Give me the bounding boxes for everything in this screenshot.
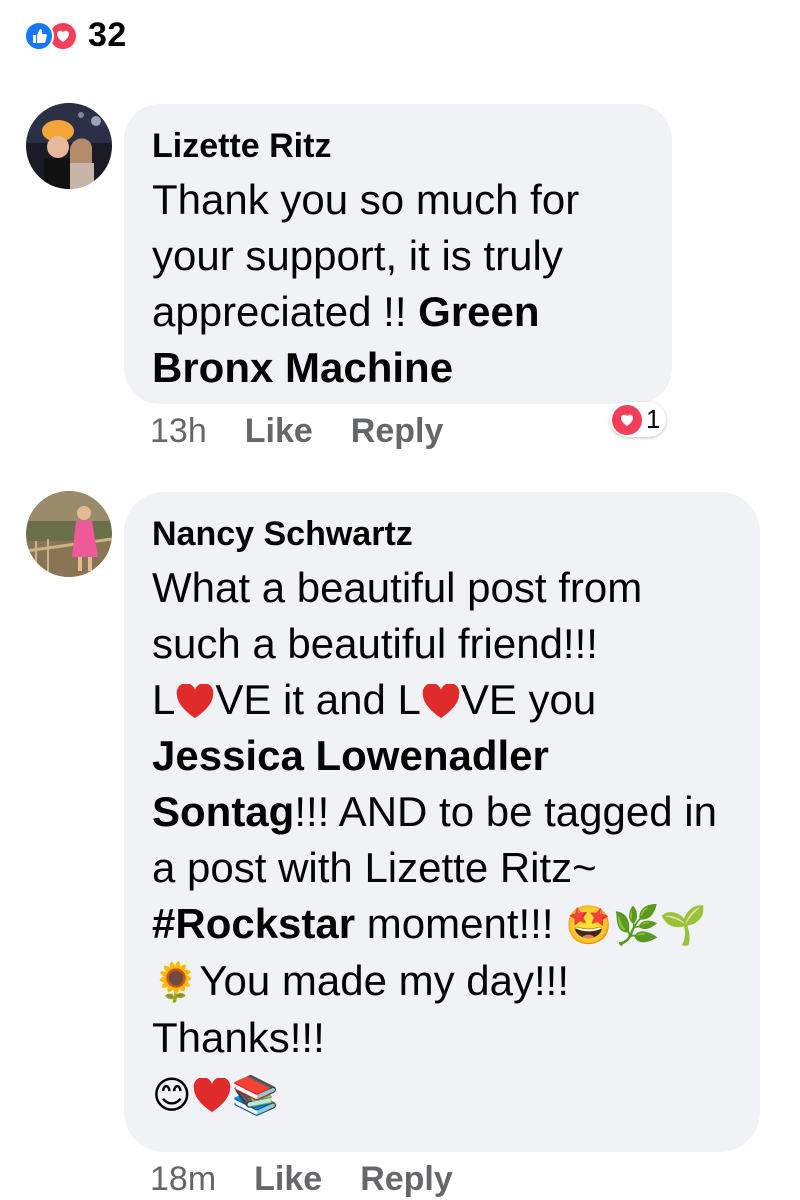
comment-actions: 18m Like Reply (150, 1160, 453, 1199)
like-button[interactable]: Like (245, 412, 313, 451)
comment-bubble: Lizette Ritz Thank you so much for your … (124, 104, 672, 404)
comment-author[interactable]: Nancy Schwartz (152, 514, 732, 554)
like-button[interactable]: Like (254, 1160, 322, 1199)
like-icon (24, 20, 54, 51)
heart-emoji-icon (422, 683, 460, 718)
heart-emoji-icon (193, 1077, 230, 1112)
star-struck-emoji-icon: 🤩 (565, 903, 613, 947)
comment-timestamp[interactable]: 18m (150, 1160, 216, 1199)
avatar[interactable] (26, 103, 112, 189)
sunflower-emoji-icon: 🌻 (152, 960, 200, 1004)
post-reactions-summary[interactable]: 32 (24, 16, 127, 55)
comment-reaction-badge[interactable]: 1 (610, 402, 667, 437)
hashtag-link[interactable]: #Rockstar (152, 900, 355, 947)
heart-emoji-icon (177, 683, 214, 718)
comment-author[interactable]: Lizette Ritz (152, 126, 644, 166)
love-icon (612, 404, 642, 435)
comment-text: Thank you so much for your support, it i… (152, 176, 580, 391)
comment-timestamp[interactable]: 13h (150, 412, 207, 451)
herb-emoji-icon: 🌿 (612, 903, 660, 947)
comment-reaction-count: 1 (646, 404, 661, 434)
comment-bubble: Nancy Schwartz What a beautiful post fro… (124, 492, 760, 1152)
seedling-emoji-icon: 🌱 (659, 903, 708, 947)
smile-emoji-icon: 😊 (152, 1073, 192, 1117)
comment-actions: 13h Like Reply (150, 412, 443, 451)
avatar[interactable] (26, 491, 112, 577)
books-emoji-icon: 📚 (231, 1073, 279, 1117)
reply-button[interactable]: Reply (360, 1160, 453, 1199)
comment-text: What a beautiful post from such a beauti… (152, 564, 717, 1117)
reply-button[interactable]: Reply (351, 412, 444, 451)
reaction-count[interactable]: 32 (88, 16, 127, 55)
